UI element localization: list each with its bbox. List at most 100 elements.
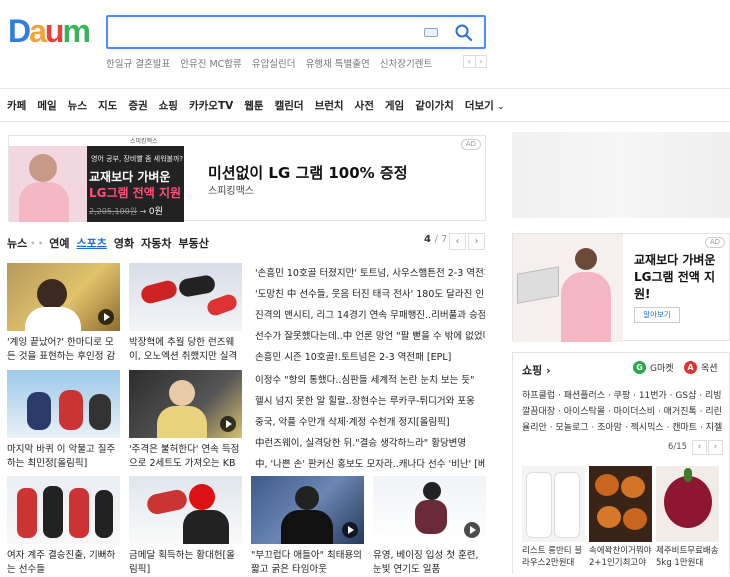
ad-tag: AD xyxy=(704,237,725,248)
shop-next-button[interactable]: › xyxy=(708,440,723,455)
news-thumbnail xyxy=(129,263,242,331)
tab-movie[interactable]: 영화 xyxy=(114,235,134,251)
shopping-title[interactable]: 쇼핑 › xyxy=(522,362,551,378)
nav-shopping[interactable]: 쇼핑 xyxy=(159,98,178,113)
shop-links: 하프클럽 · 패션플러스 · 쿠팡 · 11번가 · GS샵 · 리빙픽 깔끔대… xyxy=(522,388,722,436)
news-tile[interactable]: 유영, 베이징 입성 첫 훈련, 눈빛 연기도 일품 xyxy=(373,476,486,577)
gmarket-link[interactable]: G G마켓 xyxy=(633,361,674,374)
nav-map[interactable]: 지도 xyxy=(98,98,117,113)
photo-person xyxy=(189,484,215,510)
news-thumbnail xyxy=(7,263,120,331)
search-input[interactable] xyxy=(106,15,486,49)
news-tile[interactable]: "부끄럽다 애들아" 최태용의 짧고 굵은 타임아웃 xyxy=(251,476,364,577)
tab-car[interactable]: 자동차 xyxy=(141,235,171,251)
trend-item[interactable]: 유압실린더 xyxy=(252,59,296,68)
ad-brand-top: 스피킹맥스 xyxy=(130,138,158,145)
shop-link-row[interactable]: 하프클럽 · 패션플러스 · 쿠팡 · 11번가 · GS샵 · 리빙픽 xyxy=(522,388,722,404)
daum-logo[interactable]: Daum xyxy=(8,14,98,48)
news-caption: 금메달 획득하는 황대헌[올림픽] xyxy=(129,550,235,575)
ad-image-line1: 교재보다 가벼운 xyxy=(89,170,171,184)
product-beet-leaf xyxy=(684,468,692,482)
right-ad-image xyxy=(513,234,623,342)
news-tile[interactable]: 박장혁에 추월 당한 런즈웨이, 오노엑션 취했지만 실격 xyxy=(129,263,242,364)
headline-item[interactable]: 中, '나쁜 손' 판커신 홍보도 모자라..캐나다 선수 '비난' [베이징 … xyxy=(255,454,485,475)
tab-news[interactable]: 뉴스 xyxy=(7,235,27,251)
headline-item[interactable]: 中런즈웨이, 실격당한 뒤."결승 생각하느라" 황당변명 xyxy=(255,433,485,454)
keyboard-icon[interactable] xyxy=(424,28,438,37)
tab-entertainment[interactable]: 연예 xyxy=(49,235,69,251)
news-next-button[interactable]: › xyxy=(468,233,485,250)
nav-dictionary[interactable]: 사전 xyxy=(355,98,374,113)
nav-calendar[interactable]: 캘린더 xyxy=(275,98,304,113)
nav-brunch[interactable]: 브런치 xyxy=(315,98,344,113)
nav-webtoon[interactable]: 웹툰 xyxy=(244,98,263,113)
headline-list: 이정수 "항의 통했다..심판들 세계적 논란 눈치 보는 듯" 헬시 넘지 못… xyxy=(255,370,485,475)
headline-list: '손흥민 10호골 터졌지만' 토트넘, 사우스햄튼전 2-3 역전패 '도망친… xyxy=(255,263,485,368)
ad-brand: 스피킹맥스 xyxy=(208,186,254,197)
product-card[interactable]: 제주비트무료배송 5kg 1만원대 xyxy=(656,466,719,573)
headline-item[interactable]: 헬시 넘지 못한 알 힐랄..장현수는 루카쿠-튀디거와 포옹 xyxy=(255,391,485,412)
photo-skater xyxy=(43,486,63,538)
product-name: 제주비트무료배송 5kg 1만원대 xyxy=(656,546,719,568)
nav-more[interactable]: 더보기 ⌄ xyxy=(465,98,504,113)
auction-link[interactable]: A 옥션 xyxy=(684,361,718,374)
shop-link-row[interactable]: 깔끔대장 · 아이스탁몰 · 마이더스비 · 매거진톡 · 리린 xyxy=(522,404,722,420)
trend-item[interactable]: 신차장기렌트 xyxy=(380,59,432,68)
news-tile[interactable]: 마지막 바퀴 이 악물고 질주하는 최민정[올림픽] xyxy=(7,370,120,471)
product-food xyxy=(623,508,647,530)
headline-item[interactable]: 이정수 "항의 통했다..심판들 세계적 논란 눈치 보는 듯" xyxy=(255,370,485,391)
news-prev-button[interactable]: ‹ xyxy=(449,233,466,250)
product-beet xyxy=(664,476,712,528)
news-tile[interactable]: '계잉 끝났어?' 한마디로 모든 것을 표현하는 후인정 감독 xyxy=(7,263,120,364)
news-tabs: 뉴스 • • 연예 스포츠 영화 자동차 부동산 xyxy=(7,235,216,251)
news-tile[interactable]: '주격은 불허한다' 연속 득점으로 2세트도 가져오는 KB손보 xyxy=(129,370,242,471)
news-tile[interactable]: 금메달 획득하는 황대헌[올림픽] xyxy=(129,476,242,577)
photo-person-body xyxy=(157,406,207,438)
shop-link-row[interactable]: 율리안 · 모놀로그 · 조아맘 · 젝시믹스 · 캔마트 · 지젤 xyxy=(522,420,722,436)
logo-letter-a: a xyxy=(29,13,47,49)
ad-person-body xyxy=(19,182,69,222)
photo-person-body xyxy=(415,500,447,534)
trending-keywords: 한일규 결혼발표 안유진 MC합류 유압실린더 유행재 특별출연 신차장기렌트 xyxy=(106,56,476,68)
ad-headline[interactable]: 미션없이 LG 그램 100% 증정 xyxy=(208,162,408,183)
photo-skater xyxy=(89,394,111,430)
news-caption: 박장혁에 추월 당한 런즈웨이, 오노엑션 취했지만 실격 xyxy=(129,337,238,362)
ad-person-head xyxy=(575,248,597,270)
shop-prev-button[interactable]: ‹ xyxy=(692,440,707,455)
news-thumbnail xyxy=(7,476,120,544)
auction-label: 옥션 xyxy=(701,364,718,374)
headline-item[interactable]: 손흥민 시즌 10호골!.토트넘은 2-3 역전패 [EPL] xyxy=(255,347,485,368)
headline-item[interactable]: 선수가 잘못했다는데..中 언론 망언 "팔 뻗을 수 밖에 없었다" xyxy=(255,326,485,347)
product-card[interactable]: 속에꽉찬이거뭐야 2+1인기최고야 xyxy=(589,466,652,573)
trend-next-button[interactable]: › xyxy=(474,56,487,67)
headline-item[interactable]: '도망친 中 선수들, 웃음 터진 태극 전사' 180도 달라진 인생 xyxy=(255,284,485,305)
news-thumbnail xyxy=(129,476,242,544)
product-image xyxy=(589,466,652,542)
nav-game[interactable]: 게임 xyxy=(385,98,404,113)
nav-stock[interactable]: 증권 xyxy=(128,98,147,113)
product-food xyxy=(621,476,645,498)
nav-kakaotv[interactable]: 카카오TV xyxy=(189,98,233,113)
learn-more-button[interactable]: 알아보기 xyxy=(634,307,680,323)
search-icon[interactable] xyxy=(454,23,474,43)
trend-item[interactable]: 한일규 결혼발표 xyxy=(106,59,170,68)
trend-item[interactable]: 유행재 특별출연 xyxy=(306,59,370,68)
news-caption: 마지막 바퀴 이 악물고 질주하는 최민정[올림픽] xyxy=(7,444,116,469)
nav-news[interactable]: 뉴스 xyxy=(68,98,87,113)
logo-letter-m: m xyxy=(62,13,90,49)
headline-item[interactable]: 중국, 악플 수만개 삭제·계정 수천개 정지[올림픽] xyxy=(255,412,485,433)
tab-sports[interactable]: 스포츠 xyxy=(77,235,107,251)
nav-mail[interactable]: 메일 xyxy=(37,98,56,113)
nav-more-label: 더보기 xyxy=(464,99,494,112)
news-tile[interactable]: 여자 계주 결승진출, 기뻐하는 선수들 xyxy=(7,476,120,577)
nav-together[interactable]: 같이가치 xyxy=(415,98,454,113)
news-caption: '주격은 불허한다' 연속 득점으로 2세트도 가져오는 KB손보 xyxy=(129,444,240,469)
product-card[interactable]: 리스트 롱반티 블라우스2만원대 xyxy=(522,466,585,573)
nav-cafe[interactable]: 카페 xyxy=(7,98,26,113)
trend-item[interactable]: 안유진 MC합류 xyxy=(180,59,242,68)
trend-prev-button[interactable]: ‹ xyxy=(464,56,475,67)
headline-item[interactable]: 진격의 맨시티, 리그 14경기 연속 무패행진..리버풀과 승점 9점 차 xyxy=(255,305,485,326)
headline-item[interactable]: '손흥민 10호골 터졌지만' 토트넘, 사우스햄튼전 2-3 역전패 xyxy=(255,263,485,284)
tab-realestate[interactable]: 부동산 xyxy=(179,235,209,251)
photo-skater xyxy=(139,278,179,306)
